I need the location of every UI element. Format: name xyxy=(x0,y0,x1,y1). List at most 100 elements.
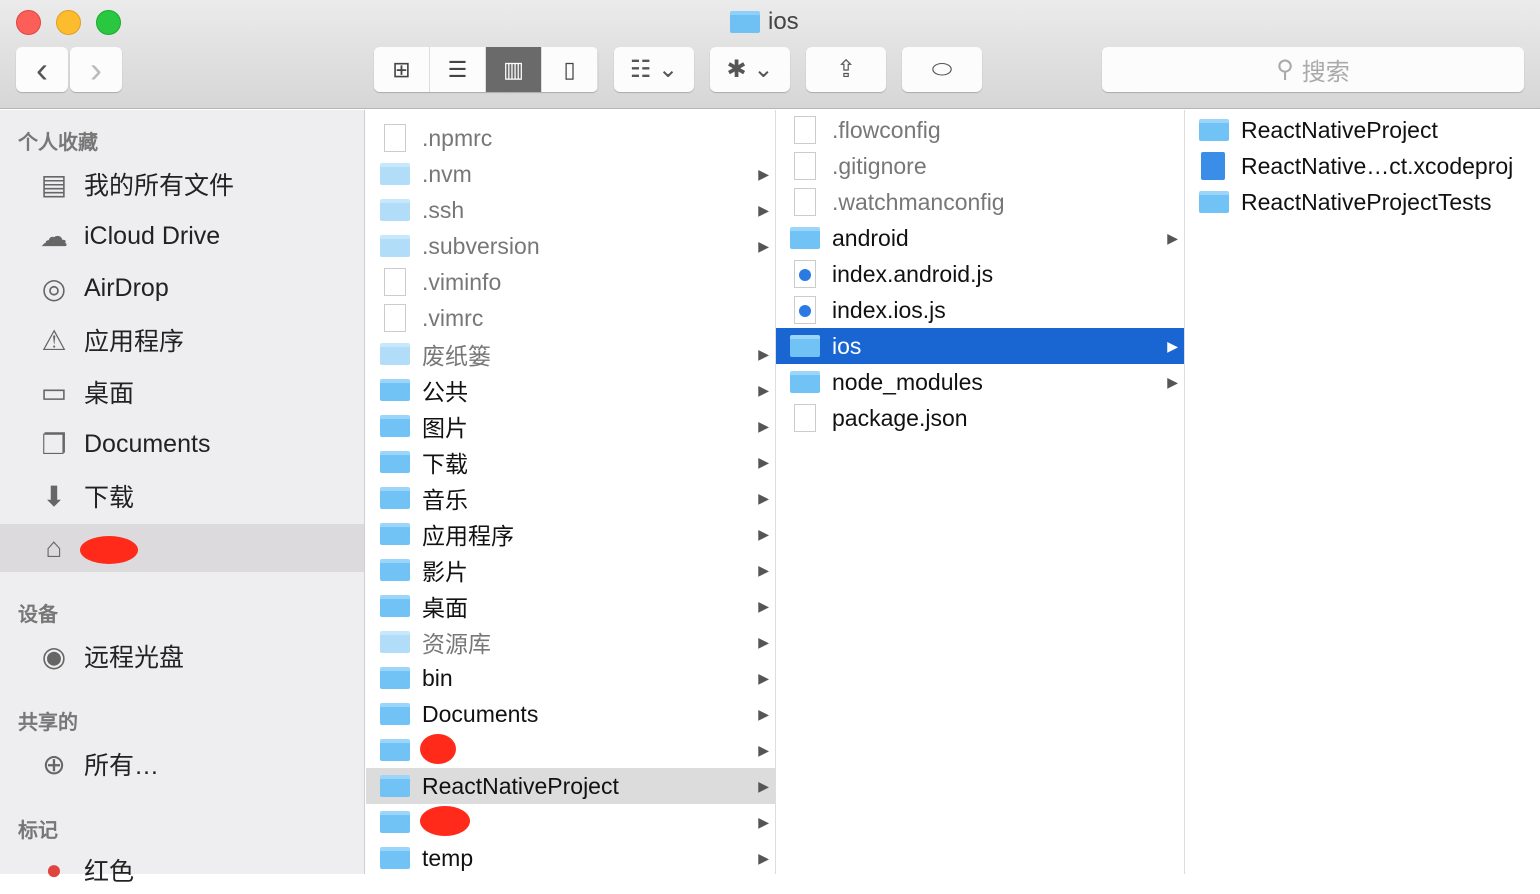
file-row[interactable]: bin ▶ xyxy=(366,660,775,696)
section-shared: 共享的 xyxy=(18,712,78,734)
share-button[interactable]: ⇪ xyxy=(806,47,886,92)
sidebar-item[interactable]: ▭ 桌面 xyxy=(0,368,364,416)
column-view-button[interactable]: ▥ xyxy=(486,47,542,92)
file-row[interactable]: node_modules ▶ xyxy=(776,364,1184,400)
file-name: 音乐 xyxy=(422,487,468,513)
file-row[interactable]: ios ▶ xyxy=(776,328,1184,364)
disclosure-arrow-icon: ▶ xyxy=(758,705,769,722)
sidebar-item[interactable]: ⬇ 下载 xyxy=(0,472,364,520)
disclosure-arrow-icon: ▶ xyxy=(758,453,769,470)
file-row[interactable]: .npmrc xyxy=(366,120,775,156)
close-button[interactable] xyxy=(16,10,41,35)
file-row[interactable]: ReactNativeProjectTests xyxy=(1185,184,1540,220)
download-icon: ⬇ xyxy=(42,480,66,512)
folder-icon xyxy=(380,523,410,545)
folder-icon xyxy=(380,559,410,581)
cover-flow-button[interactable]: ▯ xyxy=(542,47,598,92)
sidebar-item-label: AirDrop xyxy=(84,273,169,302)
sidebar-item[interactable]: ⚠ 应用程序 xyxy=(0,316,364,364)
file-row[interactable]: .viminfo xyxy=(366,264,775,300)
file-row[interactable]: .flowconfig xyxy=(776,112,1184,148)
file-row[interactable]: ReactNative…ct.xcodeproj xyxy=(1185,148,1540,184)
desktop-icon: ▭ xyxy=(40,376,68,408)
action-gear-button[interactable]: ✱ ⌄ xyxy=(710,47,790,92)
file-name: 图片 xyxy=(422,415,468,441)
icon-view-button[interactable]: ⊞ xyxy=(374,47,430,92)
file-row[interactable]: ReactNativeProject xyxy=(1185,112,1540,148)
list-view-button[interactable]: ☰ xyxy=(430,47,486,92)
file-row[interactable]: 公共 ▶ xyxy=(366,372,775,408)
file-row[interactable]: 图片 ▶ xyxy=(366,408,775,444)
file-name: 应用程序 xyxy=(422,523,514,549)
file-row[interactable]: .ssh ▶ xyxy=(366,192,775,228)
file-row[interactable]: index.ios.js xyxy=(776,292,1184,328)
file-row[interactable]: .nvm ▶ xyxy=(366,156,775,192)
disclosure-arrow-icon: ▶ xyxy=(758,561,769,578)
sidebar-item-label: 远程光盘 xyxy=(84,644,185,672)
sidebar-item-label: 所有… xyxy=(84,752,160,780)
file-row[interactable]: 废纸篓 ▶ xyxy=(366,336,775,372)
file-row[interactable]: android ▶ xyxy=(776,220,1184,256)
arrange-button[interactable]: ☷ ⌄ xyxy=(614,47,694,92)
folder-icon xyxy=(380,847,410,869)
disclosure-arrow-icon: ▶ xyxy=(758,597,769,614)
file-row[interactable]: 下载 ▶ xyxy=(366,444,775,480)
folder-icon xyxy=(380,775,410,797)
file-row[interactable]: .watchmanconfig xyxy=(776,184,1184,220)
window-titlebar: ios ‹ › ⊞ ☰ ▥ ▯ ☷ ⌄ ✱ ⌄ ⇪ ⬭ ⚲ 搜索 xyxy=(0,0,1540,109)
back-button[interactable]: ‹ xyxy=(16,47,68,92)
sidebar-item[interactable]: ❐ Documents xyxy=(0,420,364,468)
file-row[interactable]: temp ▶ xyxy=(366,840,775,874)
sidebar-item-home[interactable]: ⌂ xyxy=(0,524,364,572)
disclosure-arrow-icon: ▶ xyxy=(758,777,769,794)
file-row[interactable]: ▶ xyxy=(366,804,775,840)
search-input[interactable]: ⚲ 搜索 xyxy=(1102,47,1524,92)
sidebar-item-label: 我的所有文件 xyxy=(84,172,235,200)
file-row[interactable]: 音乐 ▶ xyxy=(366,480,775,516)
sidebar-item-shared-all[interactable]: ⊕ 所有… xyxy=(0,740,364,788)
disclosure-arrow-icon: ▶ xyxy=(758,813,769,830)
sidebar-item-tag-red[interactable]: ● 红色 xyxy=(0,846,364,894)
sidebar-item[interactable]: ▤ 我的所有文件 xyxy=(0,160,364,208)
file-row[interactable]: 桌面 ▶ xyxy=(366,588,775,624)
file-row[interactable]: .subversion ▶ xyxy=(366,228,775,264)
file-row[interactable]: 影片 ▶ xyxy=(366,552,775,588)
folder-icon xyxy=(380,595,410,617)
file-row[interactable]: 资源库 ▶ xyxy=(366,624,775,660)
window-title: ios xyxy=(730,8,799,36)
file-name: 下载 xyxy=(422,451,468,477)
disclosure-arrow-icon: ▶ xyxy=(1167,337,1178,354)
file-row[interactable]: Documents ▶ xyxy=(366,696,775,732)
file-name: ReactNative…ct.xcodeproj xyxy=(1241,152,1514,179)
disclosure-arrow-icon: ▶ xyxy=(758,849,769,866)
minimize-button[interactable] xyxy=(56,10,81,35)
file-name: index.android.js xyxy=(832,260,994,287)
file-row[interactable]: ▶ xyxy=(366,732,775,768)
sidebar-item[interactable]: ◎ AirDrop xyxy=(0,264,364,312)
zoom-button[interactable] xyxy=(96,10,121,35)
file-row[interactable]: 应用程序 ▶ xyxy=(366,516,775,552)
sidebar-item-remote-disc[interactable]: ◉ 远程光盘 xyxy=(0,632,364,680)
tags-button[interactable]: ⬭ xyxy=(902,47,982,92)
file-row[interactable]: package.json xyxy=(776,400,1184,436)
file-row[interactable]: index.android.js xyxy=(776,256,1184,292)
folder-icon xyxy=(790,227,820,249)
sidebar-item[interactable]: ☁ iCloud Drive xyxy=(0,212,364,260)
file-name: .flowconfig xyxy=(832,116,941,143)
file-row[interactable]: .vimrc xyxy=(366,300,775,336)
disclosure-arrow-icon: ▶ xyxy=(758,165,769,182)
search-icon: ⚲ xyxy=(1276,56,1294,83)
folder-icon xyxy=(380,343,410,365)
file-name: .viminfo xyxy=(422,268,502,295)
forward-button[interactable]: › xyxy=(70,47,122,92)
folder-icon xyxy=(380,703,410,725)
file-row[interactable]: ReactNativeProject ▶ xyxy=(366,768,775,804)
applications-icon: ⚠ xyxy=(41,324,67,356)
folder-icon xyxy=(790,335,820,357)
file-name: .npmrc xyxy=(422,124,493,151)
file-name: 废纸篓 xyxy=(422,343,491,369)
document-icon xyxy=(384,268,406,296)
tag-dot-icon: ● xyxy=(45,854,63,885)
sidebar-item-label: iCloud Drive xyxy=(84,221,221,250)
file-row[interactable]: .gitignore xyxy=(776,148,1184,184)
